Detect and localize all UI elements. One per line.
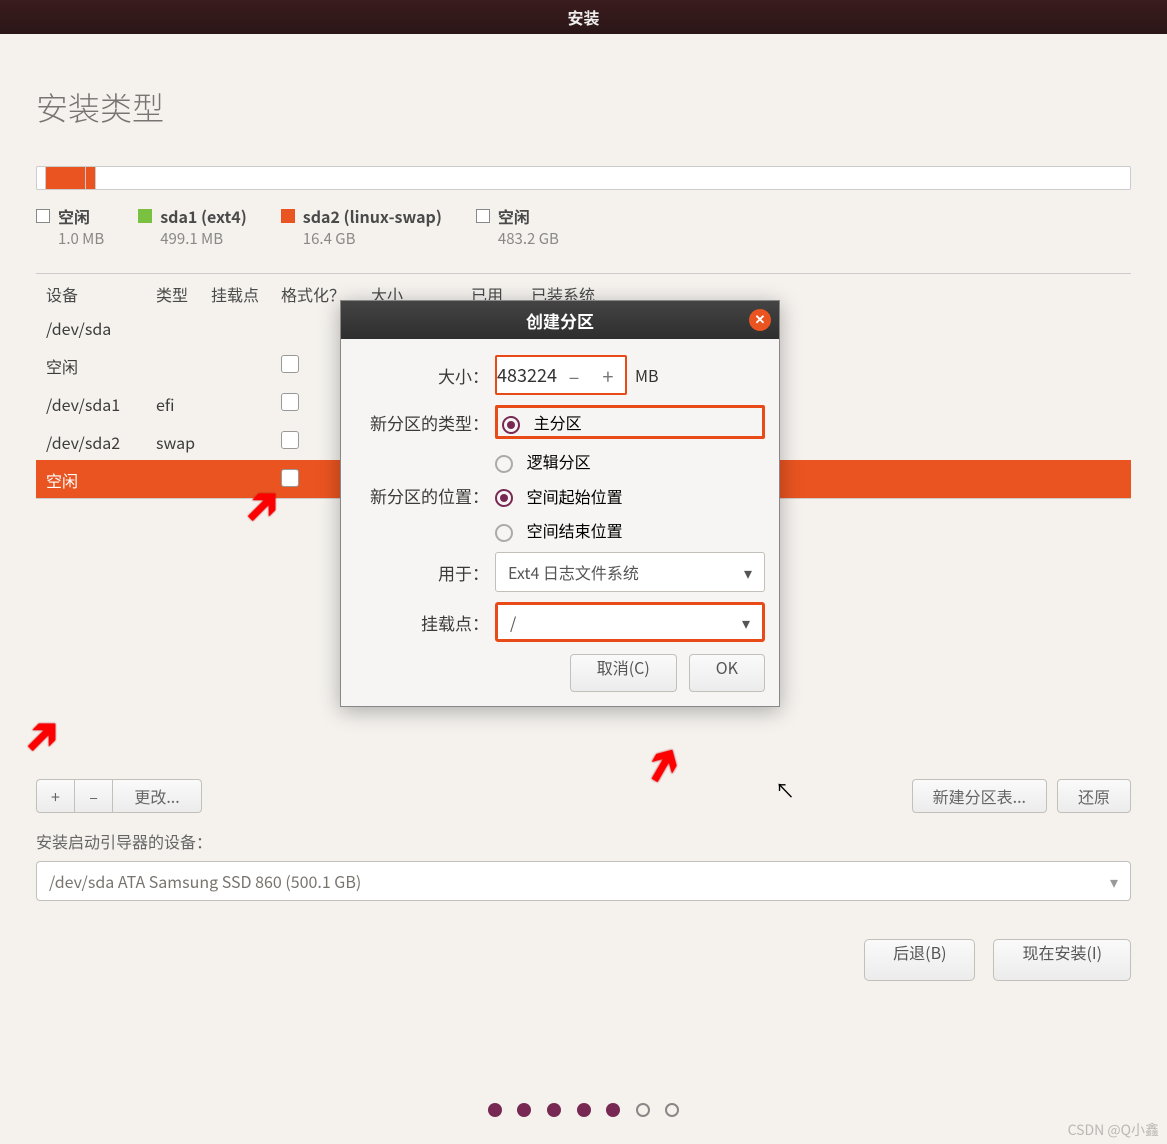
new-partition-table-button[interactable]: 新建分区表... bbox=[912, 779, 1047, 813]
legend-item: sda2 (linux-swap) 16.4 GB bbox=[281, 204, 442, 249]
radio-off-icon bbox=[495, 455, 513, 473]
radio-off-icon bbox=[495, 524, 513, 542]
mount-value: / bbox=[510, 610, 516, 634]
size-unit: MB bbox=[635, 363, 659, 387]
legend-label: 空闲 bbox=[58, 204, 90, 228]
cell-device: /dev/sda1 bbox=[46, 392, 156, 416]
legend-label: 空闲 bbox=[498, 204, 530, 228]
seg-sda1 bbox=[45, 167, 85, 189]
type-logical-option[interactable]: 逻辑分区 bbox=[495, 449, 765, 473]
partition-legend: 空闲 1.0 MB sda1 (ext4) 499.1 MB sda2 (lin… bbox=[36, 204, 1131, 249]
footer-buttons: 后退(B) 现在安装(I) bbox=[36, 939, 1131, 981]
radio-on-icon bbox=[502, 416, 520, 434]
mouse-cursor-icon: ↖ bbox=[775, 775, 795, 804]
cancel-button[interactable]: 取消(C) bbox=[570, 654, 677, 692]
bootloader-device-select[interactable]: /dev/sda ATA Samsung SSD 860 (500.1 GB) … bbox=[36, 861, 1131, 901]
location-label: 新分区的位置： bbox=[355, 483, 495, 508]
swatch-icon bbox=[138, 209, 152, 223]
caret-down-icon: ▾ bbox=[742, 610, 750, 634]
location-end-option[interactable]: 空间结束位置 bbox=[495, 518, 765, 542]
remove-partition-button[interactable]: – bbox=[74, 779, 112, 813]
legend-label: sda2 (linux-swap) bbox=[303, 204, 442, 228]
legend-size: 499.1 MB bbox=[160, 228, 247, 249]
cell-type: swap bbox=[156, 430, 211, 454]
stepper-minus-icon[interactable]: – bbox=[557, 361, 591, 390]
create-partition-dialog: 创建分区 ✕ 大小： 483224 – + MB 新分区的类型： 主分区 bbox=[340, 300, 780, 707]
legend-size: 483.2 GB bbox=[498, 228, 559, 249]
pager-dot-icon bbox=[606, 1103, 620, 1117]
bootloader-label: 安装启动引导器的设备： bbox=[36, 829, 1131, 853]
type-label: 新分区的类型： bbox=[355, 410, 495, 435]
use-as-value: Ext4 日志文件系统 bbox=[508, 560, 639, 584]
cell-device: /dev/sda2 bbox=[46, 430, 156, 454]
legend-item: 空闲 483.2 GB bbox=[476, 204, 559, 249]
size-stepper[interactable]: 483224 – + bbox=[495, 355, 627, 395]
legend-item: sda1 (ext4) 499.1 MB bbox=[138, 204, 247, 249]
location-begin-text: 空间起始位置 bbox=[527, 484, 623, 508]
seg-free-2 bbox=[95, 167, 1130, 189]
checkbox-icon[interactable] bbox=[281, 469, 299, 487]
window-titlebar: 安装 bbox=[0, 0, 1167, 34]
size-label: 大小： bbox=[355, 363, 495, 388]
revert-button[interactable]: 还原 bbox=[1057, 779, 1131, 813]
location-begin-option[interactable]: 空间起始位置 bbox=[495, 484, 765, 508]
checkbox-icon[interactable] bbox=[281, 431, 299, 449]
caret-down-icon: ▾ bbox=[1110, 869, 1118, 893]
dialog-titlebar: 创建分区 ✕ bbox=[341, 301, 779, 339]
back-button[interactable]: 后退(B) bbox=[864, 939, 975, 981]
mount-label: 挂载点： bbox=[355, 610, 495, 635]
mount-point-select[interactable]: / ▾ bbox=[495, 602, 765, 642]
seg-sda2 bbox=[85, 167, 95, 189]
legend-label: sda1 (ext4) bbox=[160, 204, 247, 228]
location-end-text: 空间结束位置 bbox=[527, 518, 623, 542]
partition-toolbar: + – 更改... 新建分区表... 还原 bbox=[36, 779, 1131, 813]
install-now-button[interactable]: 现在安装(I) bbox=[993, 939, 1131, 981]
dialog-title: 创建分区 bbox=[526, 308, 594, 333]
pager-dot-icon bbox=[517, 1103, 531, 1117]
cell-device: /dev/sda bbox=[46, 316, 156, 340]
close-icon[interactable]: ✕ bbox=[749, 309, 771, 331]
seg-free-1 bbox=[37, 167, 45, 189]
pager-dot-icon bbox=[547, 1103, 561, 1117]
type-logical-text: 逻辑分区 bbox=[527, 449, 591, 473]
th-mount: 挂载点 bbox=[211, 282, 281, 306]
pager-dot-icon bbox=[665, 1103, 679, 1117]
change-partition-button[interactable]: 更改... bbox=[112, 779, 202, 813]
cell-device: 空闲 bbox=[46, 354, 156, 378]
step-pager bbox=[0, 1098, 1167, 1122]
legend-item: 空闲 1.0 MB bbox=[36, 204, 104, 249]
caret-down-icon: ▾ bbox=[744, 560, 752, 584]
watermark: CSDN @Q小鑫 bbox=[1068, 1120, 1159, 1140]
pager-dot-icon bbox=[636, 1103, 650, 1117]
ok-button[interactable]: OK bbox=[689, 654, 765, 692]
pager-dot-icon bbox=[577, 1103, 591, 1117]
checkbox-icon[interactable] bbox=[281, 393, 299, 411]
disk-usage-bar bbox=[36, 166, 1131, 190]
type-primary-option[interactable]: 主分区 bbox=[495, 405, 765, 439]
use-as-select[interactable]: Ext4 日志文件系统 ▾ bbox=[495, 552, 765, 592]
pager-dot-icon bbox=[488, 1103, 502, 1117]
th-type: 类型 bbox=[156, 282, 211, 306]
page-title: 安装类型 bbox=[36, 84, 1131, 130]
size-value: 483224 bbox=[497, 362, 557, 388]
add-partition-button[interactable]: + bbox=[36, 779, 74, 813]
radio-on-icon bbox=[495, 489, 513, 507]
swatch-icon bbox=[281, 209, 295, 223]
swatch-icon bbox=[476, 209, 490, 223]
legend-size: 1.0 MB bbox=[58, 228, 104, 249]
use-as-label: 用于： bbox=[355, 560, 495, 585]
stepper-plus-icon[interactable]: + bbox=[591, 361, 625, 390]
swatch-icon bbox=[36, 209, 50, 223]
cell-device: 空闲 bbox=[46, 468, 156, 492]
type-primary-text: 主分区 bbox=[534, 410, 582, 434]
checkbox-icon[interactable] bbox=[281, 355, 299, 373]
bootloader-value: /dev/sda ATA Samsung SSD 860 (500.1 GB) bbox=[49, 869, 361, 893]
th-device: 设备 bbox=[46, 282, 156, 306]
cell-type: efi bbox=[156, 392, 211, 416]
legend-size: 16.4 GB bbox=[303, 228, 442, 249]
